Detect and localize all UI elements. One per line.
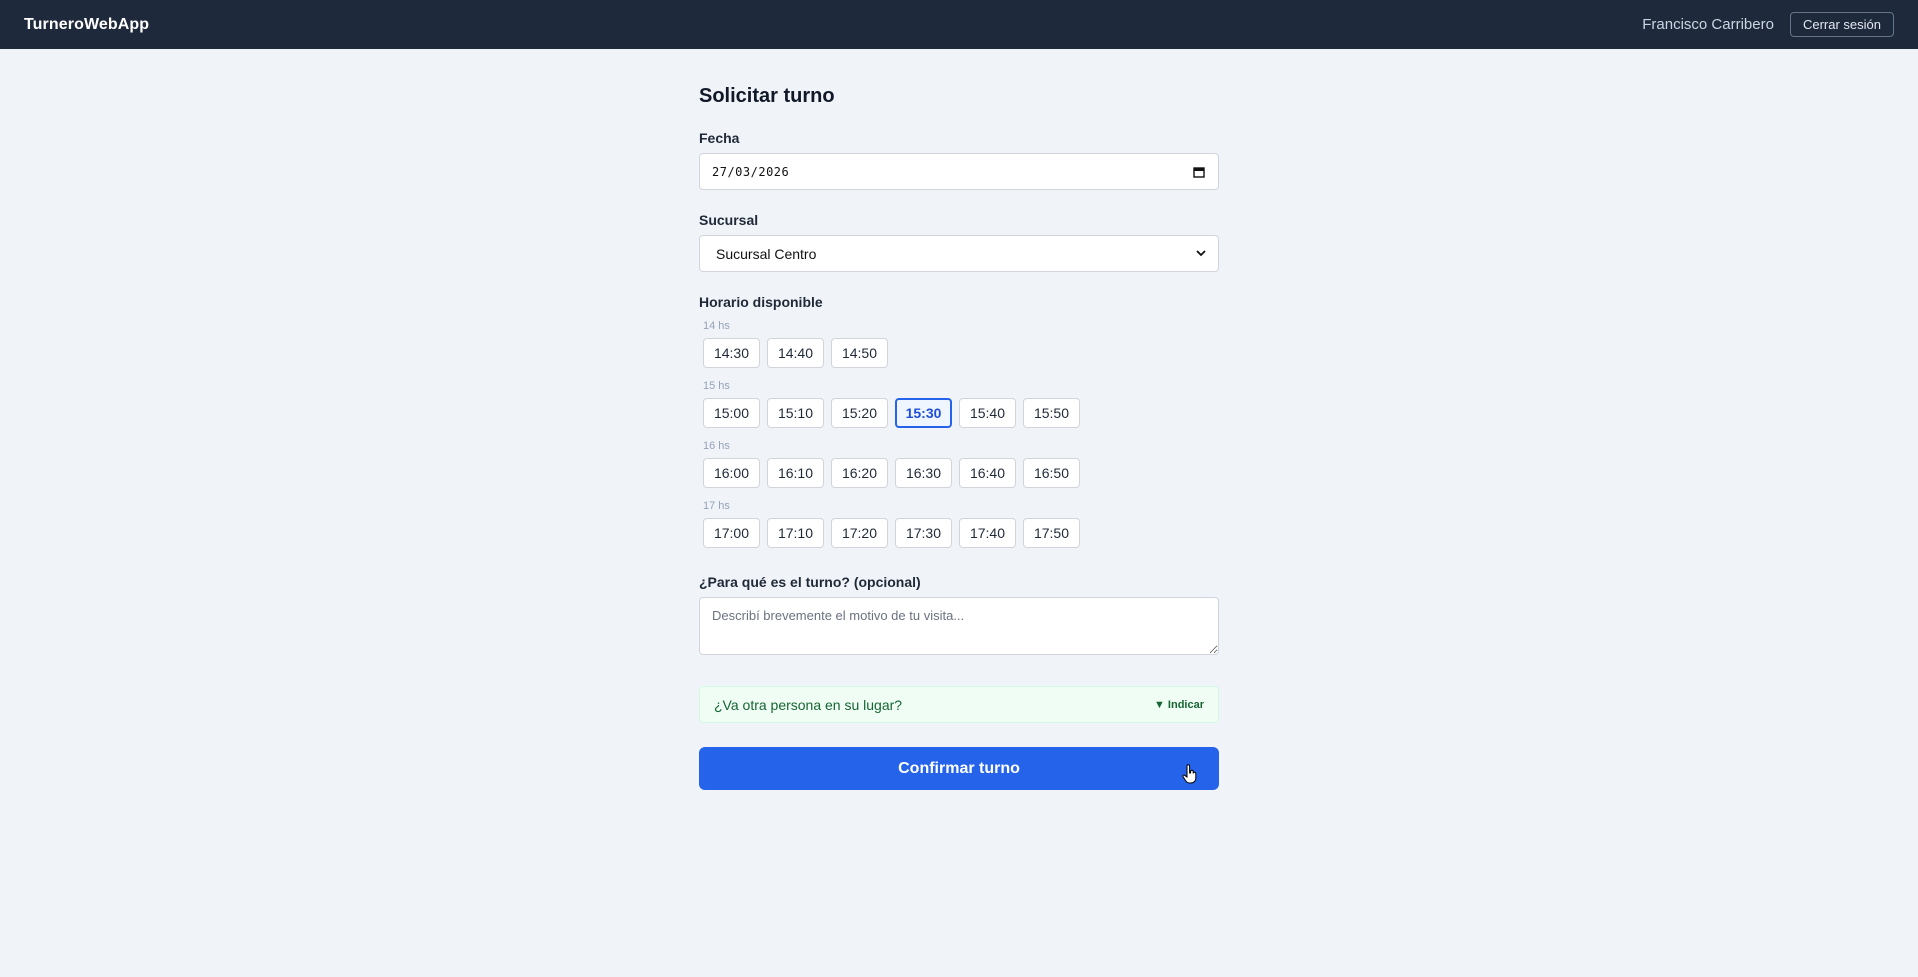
time-slot[interactable]: 16:00 xyxy=(703,458,760,488)
time-slot[interactable]: 15:50 xyxy=(1023,398,1080,428)
branch-select-value: Sucursal Centro xyxy=(716,245,817,262)
time-slot[interactable]: 17:00 xyxy=(703,518,760,548)
time-slot[interactable]: 17:10 xyxy=(767,518,824,548)
time-slot[interactable]: 17:30 xyxy=(895,518,952,548)
brand-logo[interactable]: TurneroWebApp xyxy=(24,16,149,34)
appointment-form: Solicitar turno Fecha 27/03/2026 Sucursa… xyxy=(699,49,1219,790)
time-slot[interactable]: 16:50 xyxy=(1023,458,1080,488)
nav-user-area: Francisco Carribero Cerrar sesión xyxy=(1642,12,1894,37)
time-slot[interactable]: 15:20 xyxy=(831,398,888,428)
page-title: Solicitar turno xyxy=(699,85,835,107)
branch-select[interactable]: Sucursal Centro xyxy=(699,235,1219,272)
time-slot[interactable]: 16:40 xyxy=(959,458,1016,488)
other-person-toggle-label: Indicar xyxy=(1167,698,1204,711)
logout-button[interactable]: Cerrar sesión xyxy=(1789,12,1894,37)
time-slot-groups: 14 hs 14:30 14:40 14:50 15 hs 15:00 15:10 15:20… xyxy=(699,320,1219,548)
chevron-down-icon xyxy=(1196,248,1206,260)
slot-row: 14:30 14:40 14:50 xyxy=(703,338,1219,368)
branch-label: Sucursal xyxy=(699,212,759,228)
slot-row: 17:00 17:10 17:20 17:30 17:40 17:50 xyxy=(703,518,1219,548)
time-slot[interactable]: 15:00 xyxy=(703,398,760,428)
time-slot[interactable]: 16:30 xyxy=(895,458,952,488)
branch-field-block: Sucursal Sucursal Centro xyxy=(699,212,1219,272)
time-slot-selected[interactable]: 15:30 xyxy=(895,398,952,428)
slot-row: 15:00 15:10 15:20 15:30 15:40 15:50 xyxy=(703,398,1219,428)
other-person-text: ¿Va otra persona en su lugar? xyxy=(714,696,903,713)
other-person-toggle[interactable]: ▼ Indicar xyxy=(1154,699,1204,711)
user-name: Francisco Carribero xyxy=(1642,16,1774,33)
other-person-panel[interactable]: ¿Va otra persona en su lugar? ▼ Indicar xyxy=(699,686,1219,723)
time-slot[interactable]: 17:40 xyxy=(959,518,1016,548)
reason-label: ¿Para qué es el turno? (opcional) xyxy=(699,574,921,590)
triangle-down-icon: ▼ xyxy=(1154,698,1165,711)
confirm-button[interactable]: Confirmar turno xyxy=(699,747,1219,790)
hour-group-label: 15 hs xyxy=(703,380,730,392)
top-navbar: TurneroWebApp Francisco Carribero Cerrar… xyxy=(0,0,1918,49)
time-slot[interactable]: 17:50 xyxy=(1023,518,1080,548)
date-label: Fecha xyxy=(699,130,740,146)
schedule-label: Horario disponible xyxy=(699,294,823,310)
time-slot[interactable]: 14:50 xyxy=(831,338,888,368)
hour-group-label: 14 hs xyxy=(703,320,730,332)
time-slot[interactable]: 15:40 xyxy=(959,398,1016,428)
time-slot[interactable]: 14:40 xyxy=(767,338,824,368)
time-slot[interactable]: 14:30 xyxy=(703,338,760,368)
hour-group-label: 17 hs xyxy=(703,500,730,512)
calendar-icon[interactable] xyxy=(1192,165,1206,179)
time-slot[interactable]: 16:20 xyxy=(831,458,888,488)
schedule-block: Horario disponible 14 hs 14:30 14:40 14:50 1… xyxy=(699,294,1219,548)
reason-field-block: ¿Para qué es el turno? (opcional) xyxy=(699,574,1219,660)
date-value: 27/03/2026 xyxy=(712,164,790,179)
time-slot[interactable]: 15:10 xyxy=(767,398,824,428)
reason-textarea[interactable] xyxy=(699,597,1219,655)
confirm-button-label: Confirmar turno xyxy=(898,759,1020,777)
date-field-block: Fecha 27/03/2026 xyxy=(699,130,1219,190)
time-slot[interactable]: 16:10 xyxy=(767,458,824,488)
date-input[interactable]: 27/03/2026 xyxy=(699,153,1219,190)
time-slot[interactable]: 17:20 xyxy=(831,518,888,548)
hand-cursor-icon xyxy=(1182,764,1198,789)
hour-group-label: 16 hs xyxy=(703,440,730,452)
slot-row: 16:00 16:10 16:20 16:30 16:40 16:50 xyxy=(703,458,1219,488)
